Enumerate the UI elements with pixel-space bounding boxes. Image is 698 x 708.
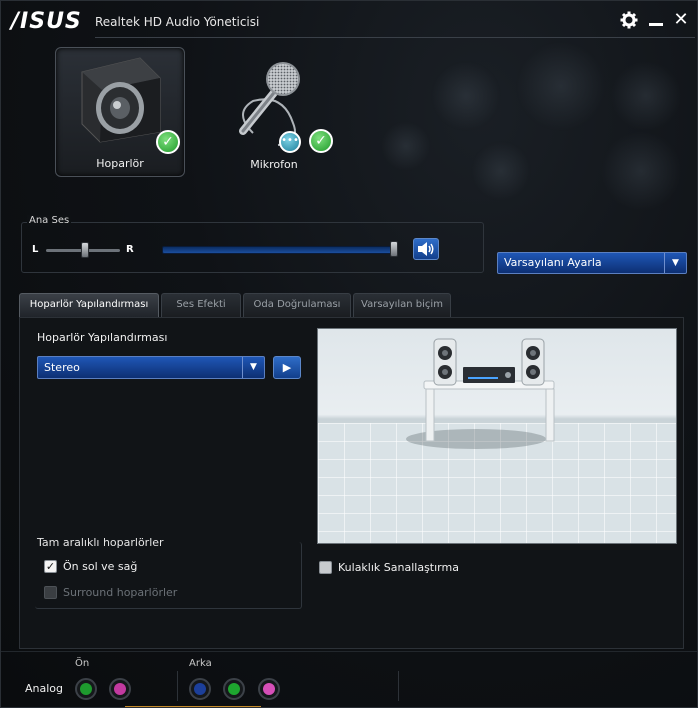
- back-jack-pink[interactable]: [258, 678, 280, 700]
- device-speakers[interactable]: ✓ Hoparlör: [55, 47, 185, 177]
- tab-default-format[interactable]: Varsayılan biçim: [353, 293, 451, 317]
- headphone-virtualization-checkbox[interactable]: [319, 561, 332, 574]
- speaker-icon: [81, 57, 161, 143]
- jack-bar: [1, 651, 697, 707]
- back-jack-green[interactable]: [223, 678, 245, 700]
- microphone-chat-icon: •••: [279, 131, 301, 153]
- volume-slider-track[interactable]: [162, 246, 398, 254]
- jack-divider: [177, 671, 178, 701]
- tab-sound-effects[interactable]: Ses Efekti: [161, 293, 241, 317]
- device-microphone[interactable]: ••• ✓ Mikrofon: [209, 47, 339, 177]
- headphone-virtualization-label: Kulaklık Sanallaştırma: [338, 561, 459, 574]
- title-separator: [95, 37, 695, 38]
- settings-icon[interactable]: [619, 9, 639, 31]
- window-title: Realtek HD Audio Yöneticisi: [95, 15, 260, 29]
- default-device-dropdown[interactable]: Varsayılanı Ayarla ▼: [497, 252, 687, 274]
- realtek-audio-manager-window: /ISUS Realtek HD Audio Yöneticisi ✕ ✓ Ho…: [0, 0, 698, 708]
- balance-right-label: R: [126, 244, 134, 255]
- speaker-config-dropdown[interactable]: Stereo ▼: [37, 356, 265, 379]
- main-volume-title: Ana Ses: [27, 215, 72, 226]
- close-icon[interactable]: ✕: [671, 9, 691, 31]
- chevron-down-icon: ▼: [664, 253, 686, 273]
- title-bar: /ISUS Realtek HD Audio Yöneticisi ✕: [1, 1, 697, 39]
- asus-logo: /ISUS: [11, 9, 82, 34]
- tab-room-correction[interactable]: Oda Doğrulaması: [243, 293, 351, 317]
- play-icon: ▶: [282, 361, 292, 374]
- back-jack-blue[interactable]: [189, 678, 211, 700]
- speaker-volume-icon: [418, 242, 434, 256]
- speaker-preview-illustration: [406, 338, 555, 449]
- microphone-status-check-icon: ✓: [309, 129, 333, 153]
- front-jacks-label: Ön: [75, 658, 90, 669]
- analog-label: Analog: [25, 682, 64, 695]
- fullrange-title: Tam aralıklı hoparlörler: [37, 536, 164, 549]
- back-jacks-label: Arka: [189, 658, 212, 669]
- default-device-label: Varsayılanı Ayarla: [504, 256, 602, 269]
- speakers-status-check-icon: ✓: [156, 130, 180, 154]
- front-jack-green[interactable]: [75, 678, 97, 700]
- balance-slider-thumb[interactable]: [81, 242, 89, 258]
- volume-slider-thumb[interactable]: [390, 241, 398, 257]
- jack-divider-right: [398, 671, 399, 701]
- front-lr-checkbox[interactable]: ✓: [44, 560, 57, 573]
- microphone-icon: [239, 62, 300, 146]
- minimize-icon[interactable]: [646, 9, 666, 31]
- front-jack-pink[interactable]: [109, 678, 131, 700]
- config-heading: Hoparlör Yapılandırması: [37, 331, 168, 344]
- balance-left-label: L: [32, 244, 39, 255]
- chevron-down-icon: ▼: [242, 357, 264, 378]
- front-lr-label: Ön sol ve sağ: [63, 560, 138, 573]
- mute-button[interactable]: [413, 238, 439, 260]
- device-speakers-label: Hoparlör: [96, 157, 144, 170]
- speaker-preview-stage: [317, 328, 677, 544]
- surround-label: Surround hoparlörler: [63, 586, 178, 599]
- speaker-config-value: Stereo: [44, 361, 80, 374]
- test-play-button[interactable]: ▶: [273, 356, 301, 379]
- tab-speaker-config[interactable]: Hoparlör Yapılandırması: [19, 293, 159, 317]
- device-microphone-label: Mikrofon: [250, 158, 298, 171]
- surround-checkbox[interactable]: [44, 586, 57, 599]
